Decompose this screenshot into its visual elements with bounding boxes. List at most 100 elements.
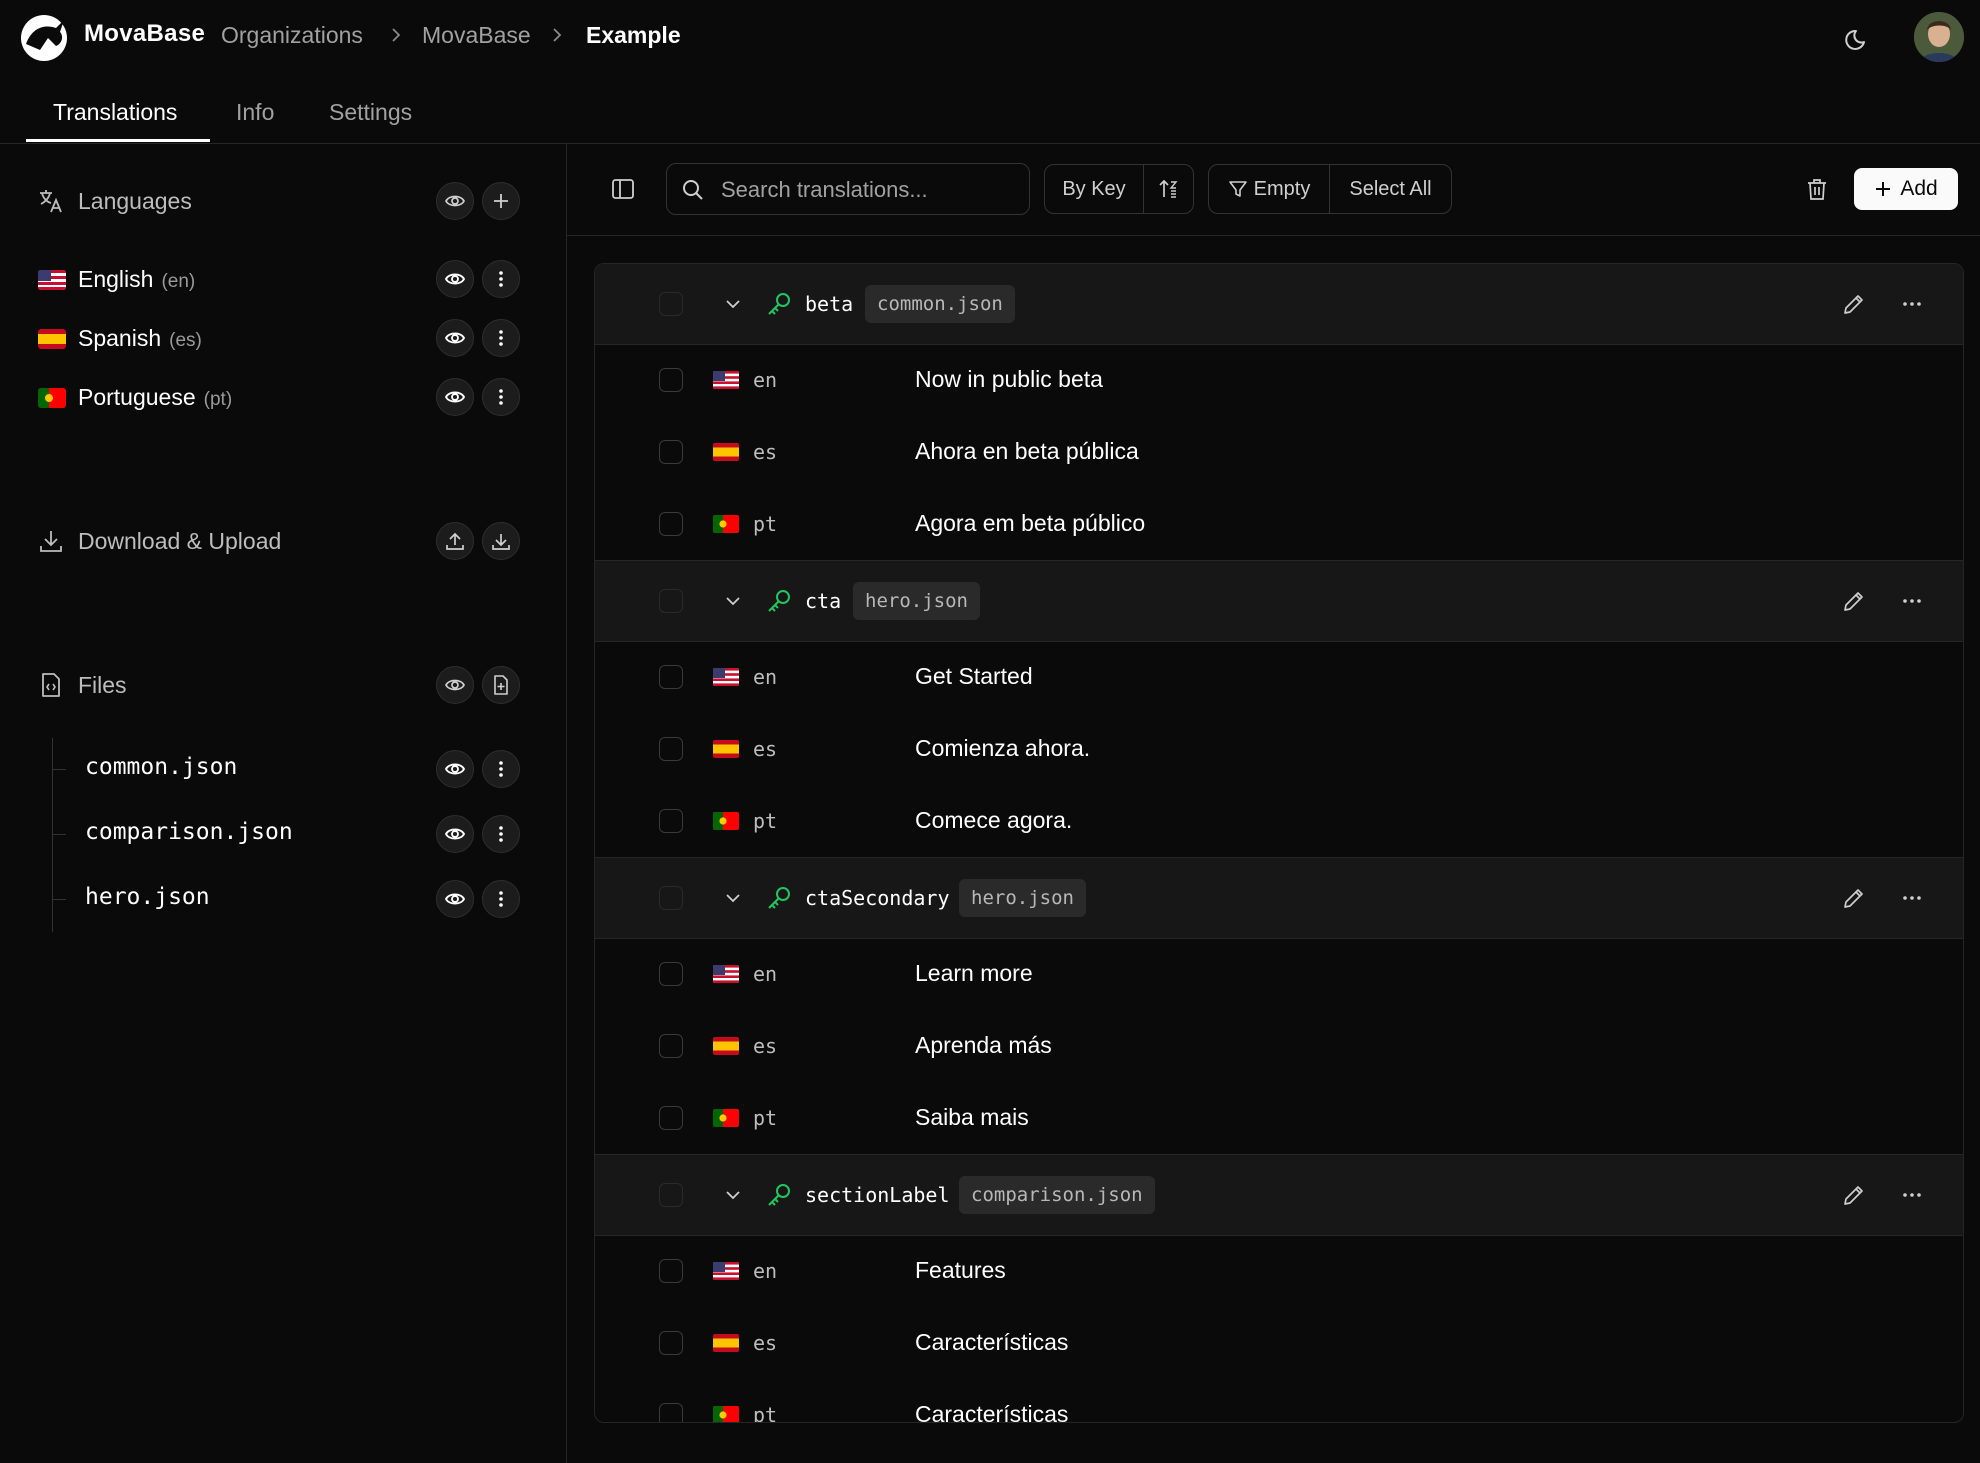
file-common-json[interactable]: common.json [85, 754, 237, 780]
pencil-icon[interactable] [1841, 885, 1867, 911]
group-checkbox[interactable] [659, 886, 683, 910]
download-button[interactable] [482, 522, 520, 560]
translation-key[interactable]: sectionLabel [805, 1183, 950, 1207]
tab-translations[interactable]: Translations [53, 99, 177, 126]
files-visibility-button[interactable] [436, 666, 474, 704]
translation-key[interactable]: cta [805, 589, 841, 613]
row-checkbox[interactable] [659, 368, 683, 392]
sidebar-toggle-icon[interactable] [610, 176, 636, 202]
translation-value[interactable]: Comece agora. [915, 807, 1072, 834]
sort-direction-button[interactable] [1143, 165, 1193, 213]
row-checkbox[interactable] [659, 962, 683, 986]
hero-json-menu-button[interactable] [482, 880, 520, 918]
sort-control: By Key [1044, 164, 1194, 214]
languages-visibility-button[interactable] [436, 182, 474, 220]
row-checkbox[interactable] [659, 665, 683, 689]
translation-value[interactable]: Learn more [915, 960, 1033, 987]
more-horizontal-icon[interactable] [1899, 885, 1925, 911]
row-checkbox[interactable] [659, 809, 683, 833]
row-checkbox[interactable] [659, 1403, 683, 1422]
trash-icon[interactable] [1804, 176, 1830, 202]
chevron-down-icon[interactable] [723, 888, 743, 908]
row-language-code: es [753, 1034, 778, 1058]
row-language-code: pt [753, 512, 778, 536]
row-language-code: es [753, 737, 778, 761]
file-hero-json[interactable]: hero.json [85, 884, 210, 910]
translation-value[interactable]: Features [915, 1257, 1006, 1284]
portuguese-menu-button[interactable] [482, 378, 520, 416]
english-menu-button[interactable] [482, 260, 520, 298]
upload-button[interactable] [436, 522, 474, 560]
avatar[interactable] [1914, 12, 1964, 62]
tab-settings[interactable]: Settings [329, 99, 412, 126]
comparison-json-menu-button[interactable] [482, 815, 520, 853]
add-file-button[interactable] [482, 666, 520, 704]
translation-value[interactable]: Agora em beta público [915, 510, 1145, 537]
spanish-visibility-button[interactable] [436, 319, 474, 357]
chevron-down-icon[interactable] [723, 1185, 743, 1205]
language-spanish[interactable]: Spanish (es) [78, 325, 202, 352]
breadcrumb-organizations[interactable]: Organizations [221, 22, 363, 49]
pencil-icon[interactable] [1841, 588, 1867, 614]
more-horizontal-icon[interactable] [1899, 588, 1925, 614]
add-language-button[interactable] [482, 182, 520, 220]
translation-value[interactable]: Características [915, 1401, 1068, 1422]
filter-control: Empty Select All [1208, 164, 1452, 214]
eye-icon [445, 273, 465, 285]
more-horizontal-icon[interactable] [1899, 1182, 1925, 1208]
filter-empty-button[interactable]: Empty [1209, 165, 1329, 213]
spanish-menu-button[interactable] [482, 319, 520, 357]
add-button[interactable]: Add [1854, 168, 1958, 210]
common-json-menu-button[interactable] [482, 750, 520, 788]
row-language-code: en [753, 665, 778, 689]
row-checkbox[interactable] [659, 512, 683, 536]
translation-key[interactable]: beta [805, 292, 853, 316]
movabase-logo-icon[interactable] [18, 14, 72, 62]
pencil-icon[interactable] [1841, 1182, 1867, 1208]
breadcrumb-movabase[interactable]: MovaBase [422, 22, 531, 49]
row-checkbox[interactable] [659, 1259, 683, 1283]
tab-info[interactable]: Info [236, 99, 274, 126]
translation-value[interactable]: Ahora en beta pública [915, 438, 1139, 465]
select-all-button[interactable]: Select All [1329, 165, 1451, 213]
comparison-json-visibility-button[interactable] [436, 815, 474, 853]
language-english[interactable]: English (en) [78, 266, 195, 293]
chevron-down-icon[interactable] [723, 294, 743, 314]
group-checkbox[interactable] [659, 1183, 683, 1207]
row-checkbox[interactable] [659, 1106, 683, 1130]
row-language-code: en [753, 368, 778, 392]
row-checkbox[interactable] [659, 440, 683, 464]
us-flag-icon [713, 371, 739, 389]
more-horizontal-icon[interactable] [1899, 291, 1925, 317]
moon-icon[interactable] [1843, 24, 1873, 54]
portuguese-visibility-button[interactable] [436, 378, 474, 416]
file-comparison-json[interactable]: comparison.json [85, 819, 293, 845]
us-flag-icon [38, 270, 66, 290]
search-input[interactable] [719, 172, 1023, 208]
translation-value[interactable]: Saiba mais [915, 1104, 1029, 1131]
row-checkbox[interactable] [659, 1331, 683, 1355]
pencil-icon[interactable] [1841, 291, 1867, 317]
translation-key[interactable]: ctaSecondary [805, 886, 950, 910]
row-checkbox[interactable] [659, 737, 683, 761]
common-json-visibility-button[interactable] [436, 750, 474, 788]
brand-name[interactable]: MovaBase [84, 20, 205, 48]
breadcrumb-example[interactable]: Example [586, 22, 681, 49]
language-portuguese[interactable]: Portuguese (pt) [78, 384, 232, 411]
sort-by-key-button[interactable]: By Key [1045, 165, 1143, 213]
chevron-down-icon[interactable] [723, 591, 743, 611]
translation-value[interactable]: Aprenda más [915, 1032, 1052, 1059]
english-visibility-button[interactable] [436, 260, 474, 298]
translation-value[interactable]: Comienza ahora. [915, 735, 1090, 762]
file-tree-branch [52, 899, 66, 900]
hero-json-visibility-button[interactable] [436, 880, 474, 918]
translation-value[interactable]: Get Started [915, 663, 1033, 690]
group-checkbox[interactable] [659, 292, 683, 316]
group-checkbox[interactable] [659, 589, 683, 613]
upload-icon [446, 532, 464, 550]
translation-value[interactable]: Características [915, 1329, 1068, 1356]
row-checkbox[interactable] [659, 1034, 683, 1058]
filter-icon [1228, 181, 1247, 197]
translation-value[interactable]: Now in public beta [915, 366, 1103, 393]
file-plus-icon [494, 675, 508, 695]
